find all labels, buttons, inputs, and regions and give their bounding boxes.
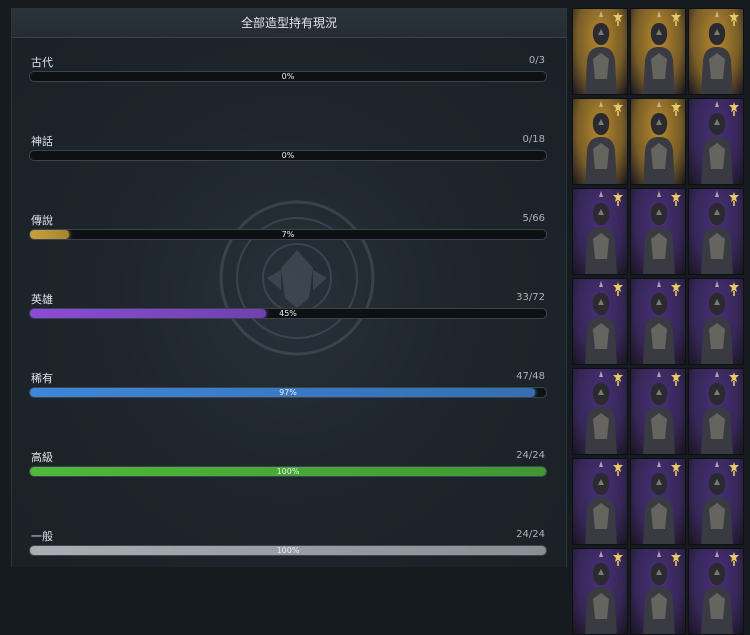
progress-bar: 0% — [29, 150, 547, 161]
progress-percent: 97% — [279, 388, 297, 397]
grade-crest-icon — [613, 282, 623, 296]
costume-portrait-card[interactable] — [688, 548, 744, 635]
grade-crest-icon — [613, 372, 623, 386]
grade-count: 47/48 — [516, 371, 545, 382]
grade-crest-icon — [613, 462, 623, 476]
grade-label: 稀有 — [31, 372, 53, 385]
progress-percent: 100% — [276, 467, 300, 476]
costume-portrait-card[interactable] — [572, 548, 628, 635]
grade-label: 神話 — [31, 135, 53, 148]
costume-portrait-card[interactable] — [630, 8, 686, 95]
costume-portrait-card[interactable] — [572, 98, 628, 185]
grade-crest-icon — [671, 372, 681, 386]
grade-crest-icon — [613, 192, 623, 206]
grade-crest-icon — [729, 12, 739, 26]
costume-portrait-card[interactable] — [630, 458, 686, 545]
grade-count: 33/72 — [516, 292, 545, 303]
grade-crest-icon — [729, 282, 739, 296]
grade-row-advanced: 高級 24/24 100% — [29, 449, 547, 479]
grade-label: 古代 — [31, 56, 53, 69]
grade-count: 24/24 — [516, 529, 545, 540]
grade-row-legendary: 傳說 5/66 7% — [29, 212, 547, 242]
grade-row-mythic: 神話 0/18 0% — [29, 133, 547, 163]
grade-row-rare: 稀有 47/48 97% — [29, 370, 547, 400]
grade-label: 一般 — [31, 530, 53, 543]
grade-count: 0/3 — [528, 55, 545, 66]
grade-label: 傳說 — [31, 214, 53, 227]
costume-portrait-card[interactable] — [630, 368, 686, 455]
costume-portrait-card[interactable] — [572, 188, 628, 275]
costume-portrait-card[interactable] — [630, 98, 686, 185]
grade-count: 24/24 — [516, 450, 545, 461]
grade-crest-icon — [613, 102, 623, 116]
costume-portrait-grid[interactable] — [571, 8, 750, 635]
progress-percent: 0% — [281, 72, 295, 81]
panel-title-bar: 全部造型持有現況 — [12, 8, 566, 38]
costume-portrait-card[interactable] — [688, 458, 744, 545]
grade-crest-icon — [729, 462, 739, 476]
progress-percent: 100% — [276, 546, 300, 555]
costume-portrait-card[interactable] — [688, 188, 744, 275]
grade-crest-icon — [671, 192, 681, 206]
costume-portrait-card[interactable] — [630, 548, 686, 635]
grade-crest-icon — [671, 102, 681, 116]
grade-label: 高級 — [31, 451, 53, 464]
progress-bar: 7% — [29, 229, 547, 240]
grade-crest-icon — [613, 12, 623, 26]
grade-crest-icon — [729, 102, 739, 116]
grade-row-heroic: 英雄 33/72 45% — [29, 291, 547, 321]
costume-portrait-card[interactable] — [572, 368, 628, 455]
costume-portrait-card[interactable] — [688, 368, 744, 455]
grade-crest-icon — [613, 552, 623, 566]
costume-portrait-card[interactable] — [630, 188, 686, 275]
progress-bar: 0% — [29, 71, 547, 82]
grade-crest-icon — [729, 192, 739, 206]
collection-status-panel: 全部造型持有現況 古代 0/3 0% 神話 0/18 0% 傳說 5/66 7%… — [11, 8, 567, 567]
progress-bar: 100% — [29, 545, 547, 556]
grade-crest-icon — [729, 552, 739, 566]
costume-portrait-card[interactable] — [572, 278, 628, 365]
progress-percent: 0% — [281, 151, 295, 160]
progress-percent: 45% — [279, 309, 297, 318]
progress-bar: 97% — [29, 387, 547, 398]
costume-portrait-card[interactable] — [630, 278, 686, 365]
grade-crest-icon — [671, 462, 681, 476]
progress-bar: 45% — [29, 308, 547, 319]
panel-title: 全部造型持有現況 — [240, 16, 337, 30]
grade-count: 0/18 — [522, 134, 545, 145]
grade-row-common: 一般 24/24 100% — [29, 528, 547, 558]
costume-portrait-card[interactable] — [688, 98, 744, 185]
grade-row-ancient: 古代 0/3 0% — [29, 54, 547, 84]
costume-portrait-card[interactable] — [572, 458, 628, 545]
costume-portrait-card[interactable] — [688, 278, 744, 365]
progress-bar: 100% — [29, 466, 547, 477]
grade-crest-icon — [671, 552, 681, 566]
grade-label: 英雄 — [31, 293, 53, 306]
grade-crest-icon — [671, 282, 681, 296]
costume-portrait-card[interactable] — [688, 8, 744, 95]
grade-crest-icon — [729, 372, 739, 386]
costume-portrait-card[interactable] — [572, 8, 628, 95]
grade-count: 5/66 — [522, 213, 545, 224]
grade-crest-icon — [671, 12, 681, 26]
progress-percent: 7% — [281, 230, 295, 239]
